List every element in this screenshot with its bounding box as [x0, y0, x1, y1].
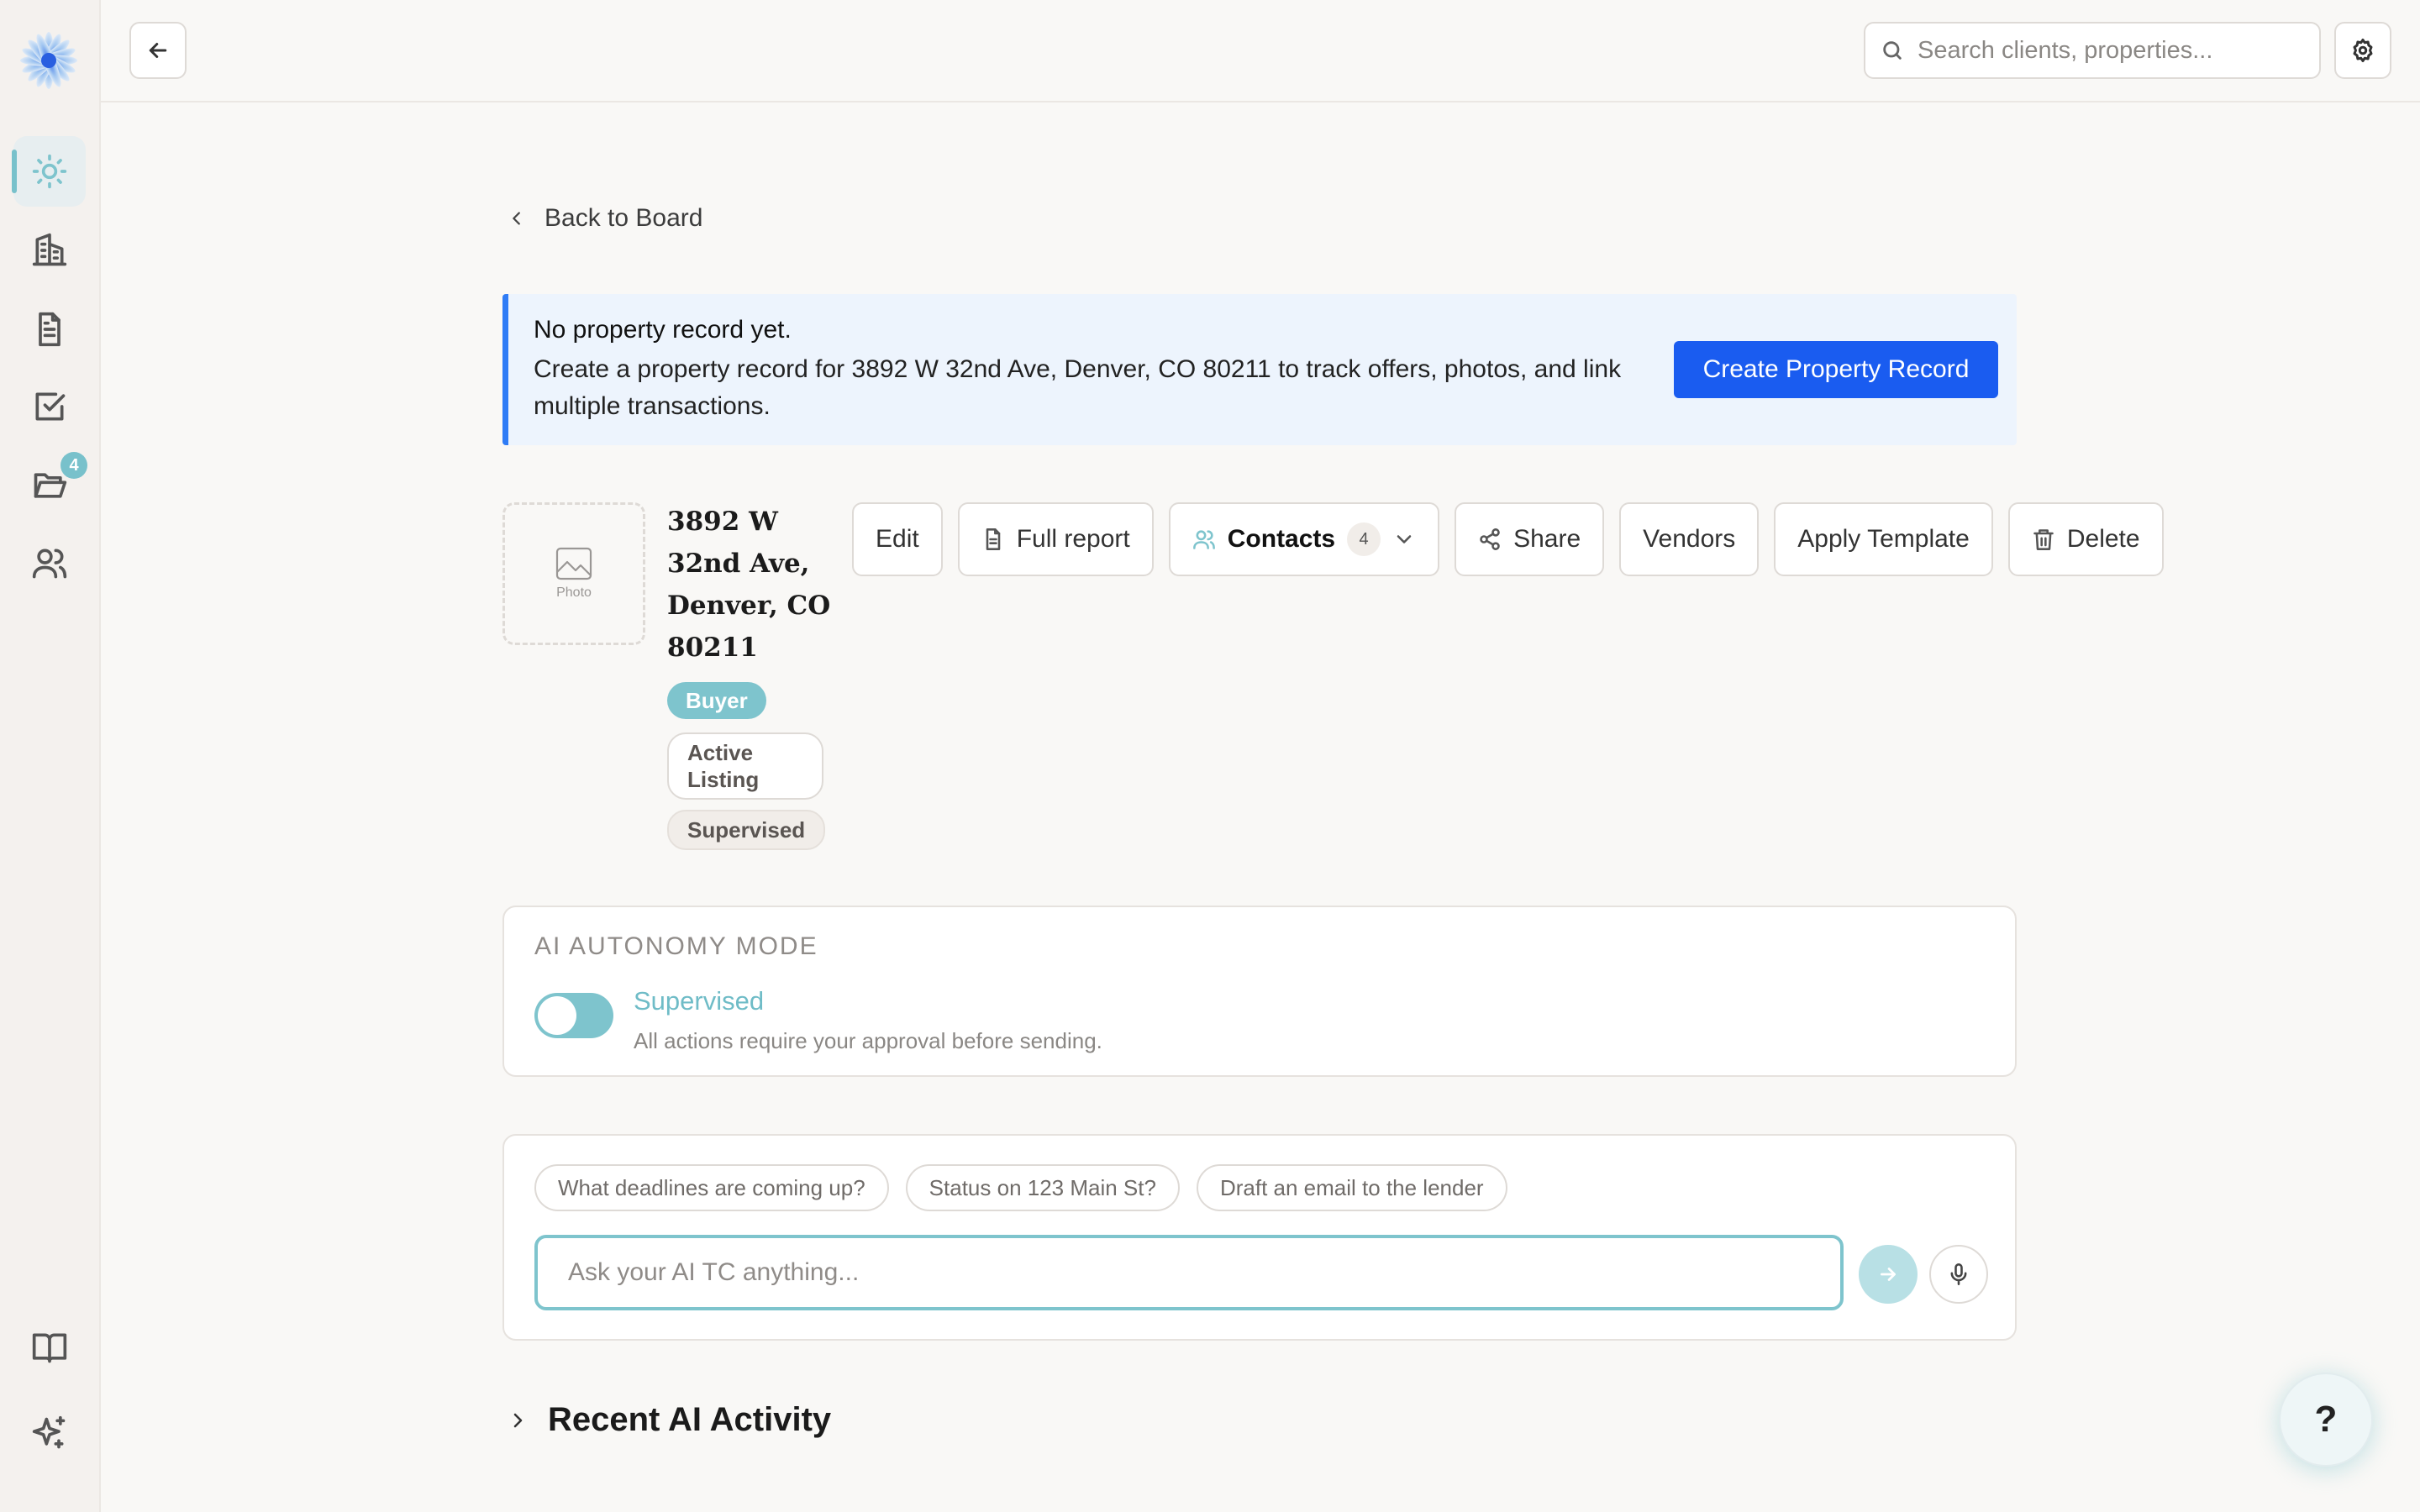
document-icon — [986, 528, 1000, 550]
photo-upload[interactable]: Photo — [502, 502, 645, 645]
suggestion-chips: What deadlines are coming up? Status on … — [534, 1164, 1507, 1211]
photo-label: Photo — [556, 585, 592, 600]
full-report-button[interactable]: Full report — [957, 502, 1154, 576]
edit-button[interactable]: Edit — [852, 502, 943, 576]
recent-ai-activity-toggle[interactable]: Recent AI Activity — [508, 1401, 831, 1439]
ai-chat-card: What deadlines are coming up? Status on … — [502, 1134, 2017, 1341]
edit-label: Edit — [876, 525, 919, 553]
create-property-record-button[interactable]: Create Property Record — [1674, 341, 1998, 398]
contacts-dropdown[interactable]: Contacts 4 — [1168, 502, 1440, 576]
files-count-badge: 4 — [60, 452, 87, 479]
send-button[interactable] — [1859, 1245, 1918, 1304]
sidebar-item-dashboard[interactable] — [12, 136, 86, 207]
tag-buyer: Buyer — [667, 682, 766, 719]
sidebar-item-files[interactable]: 4 — [13, 450, 87, 521]
sun-icon — [32, 154, 67, 189]
suggestion-chip[interactable]: Draft an email to the lender — [1196, 1164, 1507, 1211]
image-icon — [555, 547, 592, 580]
toggle-knob — [538, 996, 576, 1035]
autonomy-heading: AI AUTONOMY MODE — [534, 932, 818, 960]
vendors-label: Vendors — [1643, 525, 1736, 553]
ai-autonomy-card: AI AUTONOMY MODE Supervised All actions … — [502, 906, 2017, 1077]
chevron-right-icon — [513, 1413, 523, 1427]
chevron-left-icon — [513, 212, 520, 225]
microphone-button[interactable] — [1929, 1245, 1988, 1304]
sidebar-item-documents[interactable] — [13, 294, 86, 365]
sparkle-icon — [32, 1415, 66, 1449]
search-box[interactable] — [1864, 22, 2321, 79]
arrow-right-icon — [1881, 1268, 1896, 1281]
users-icon — [32, 549, 67, 579]
apply-template-label: Apply Template — [1797, 525, 1970, 553]
property-actions: Edit Full report Contacts 4 Share Vendor… — [852, 502, 2164, 576]
property-title: 3892 W 32nd Ave, Denver, CO 80211 — [667, 507, 831, 663]
banner-text-before: Create a property record for — [534, 355, 852, 383]
suggestion-chip[interactable]: What deadlines are coming up? — [534, 1164, 889, 1211]
settings-button[interactable] — [2334, 22, 2391, 79]
banner-text: Create a property record for 3892 W 32nd… — [534, 351, 1702, 425]
app-logo-icon[interactable] — [17, 29, 81, 92]
chat-input[interactable] — [534, 1235, 1844, 1310]
document-icon — [39, 312, 60, 347]
back-button[interactable] — [129, 22, 187, 79]
recent-ai-activity-heading: Recent AI Activity — [548, 1401, 832, 1438]
full-report-label: Full report — [1016, 525, 1130, 553]
sidebar-item-properties[interactable] — [13, 215, 86, 286]
share-icon — [1480, 528, 1500, 550]
chevron-down-icon — [1397, 535, 1412, 543]
share-label: Share — [1513, 525, 1581, 553]
apply-template-button[interactable]: Apply Template — [1774, 502, 1993, 576]
banner-address: 3892 W 32nd Ave, Denver, CO 80211 — [851, 355, 1271, 383]
building-icon — [32, 233, 67, 266]
gear-icon — [2353, 39, 2373, 62]
trash-icon — [2033, 529, 2054, 550]
delete-label: Delete — [2066, 525, 2140, 553]
checkbox-icon — [35, 392, 66, 421]
autonomy-mode-name: Supervised — [634, 986, 765, 1016]
search-icon — [1883, 41, 1902, 60]
sidebar-item-contacts[interactable] — [13, 528, 86, 598]
sidebar: 4 — [0, 0, 101, 1512]
contacts-count-badge: 4 — [1347, 522, 1381, 556]
share-button[interactable]: Share — [1455, 502, 1605, 576]
autonomy-toggle[interactable] — [534, 993, 613, 1038]
microphone-icon — [1950, 1263, 1967, 1285]
back-to-board-label: Back to Board — [544, 204, 703, 232]
topbar — [101, 0, 2420, 102]
tag-supervised: Supervised — [667, 810, 826, 850]
banner-title: No property record yet. — [534, 316, 792, 344]
tag-active-listing: Active Listing — [667, 732, 823, 800]
book-icon — [32, 1333, 67, 1363]
users-icon — [1192, 530, 1215, 549]
delete-button[interactable]: Delete — [2007, 502, 2164, 576]
autonomy-mode-description: All actions require your approval before… — [634, 1028, 1102, 1053]
sidebar-item-guide[interactable] — [13, 1312, 86, 1383]
help-button[interactable]: ? — [2279, 1373, 2373, 1467]
sidebar-item-tasks[interactable] — [13, 371, 86, 442]
back-to-board-link[interactable]: Back to Board — [508, 202, 702, 235]
sidebar-item-ai[interactable] — [13, 1398, 86, 1468]
suggestion-chip[interactable]: Status on 123 Main St? — [905, 1164, 1180, 1211]
contacts-label: Contacts — [1227, 525, 1336, 553]
vendors-button[interactable]: Vendors — [1619, 502, 1760, 576]
arrow-left-icon — [149, 43, 167, 58]
search-input[interactable] — [1918, 36, 2287, 65]
